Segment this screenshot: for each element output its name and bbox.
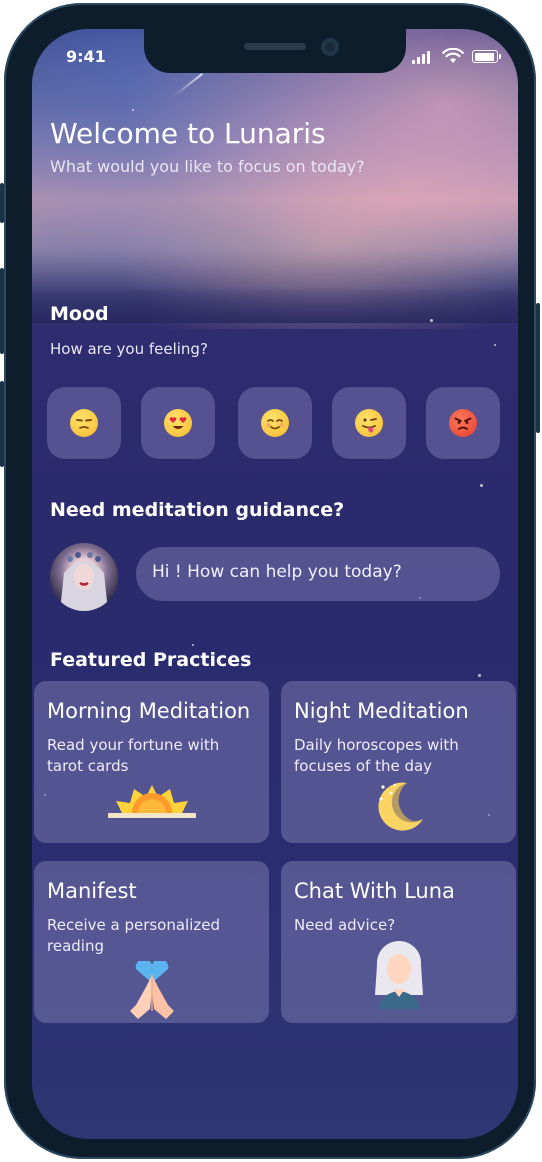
unamused-face-icon [70,409,98,437]
mood-option-content[interactable] [238,387,312,459]
mood-option-playful[interactable] [332,387,406,459]
night-sky-background [32,29,518,329]
status-icons [412,48,502,66]
chat-prompt-bubble[interactable]: Hi ! How can help you today? [136,547,500,601]
card-description: Read your fortune with tarot cards [47,736,220,775]
notch [144,29,406,73]
heart-eyes-face-icon [164,409,192,437]
sunrise-icon [108,785,196,818]
wifi-icon [442,48,464,63]
mood-title: Mood [50,303,109,325]
mood-subtitle: How are you feeling? [50,340,208,358]
mute-switch [0,183,4,223]
praying-hands-heart-icon [130,961,174,1019]
practice-card-chat-with-luna[interactable]: Chat With Luna Need advice? [281,861,516,1023]
card-description: Daily horoscopes with focuses of the day [294,736,459,775]
volume-down-button [0,381,4,467]
app-screen: 9:41 Welcome to Lunaris What would you l… [32,29,518,1139]
mood-option-unamused[interactable] [47,387,121,459]
status-time: 9:41 [66,47,106,66]
card-title: Morning Meditation [47,699,251,723]
mood-option-love[interactable] [141,387,215,459]
front-camera [321,38,339,56]
speaker-grille [244,43,306,50]
guidance-title: Need meditation guidance? [50,499,345,521]
card-title: Manifest [47,879,137,903]
card-title: Chat With Luna [294,879,455,903]
practice-card-night-meditation[interactable]: Night Meditation Daily horoscopes with f… [281,681,516,843]
volume-up-button [0,268,4,354]
power-button [536,303,540,433]
phone-frame: 9:41 Welcome to Lunaris What would you l… [0,3,540,1159]
crescent-moon-icon [378,782,423,831]
smiling-blush-face-icon [261,409,289,437]
practice-card-morning-meditation[interactable]: Morning Meditation Read your fortune wit… [34,681,269,843]
chat-prompt-text: Hi ! How can help you today? [152,562,402,582]
guide-avatar[interactable] [50,543,118,611]
card-description: Receive a personalized reading [47,916,221,955]
battery-icon [472,50,501,63]
featured-title: Featured Practices [50,649,252,671]
mood-option-angry[interactable] [426,387,500,459]
card-title: Night Meditation [294,699,469,723]
card-description: Need advice? [294,916,396,934]
tongue-out-face-icon [355,409,383,437]
angry-face-icon [449,409,477,437]
page-subtitle: What would you like to focus on today? [50,157,365,176]
luna-avatar-icon [375,940,423,1009]
practice-card-manifest[interactable]: Manifest Receive a personalized reading [34,861,269,1023]
page-title: Welcome to Lunaris [50,117,326,150]
